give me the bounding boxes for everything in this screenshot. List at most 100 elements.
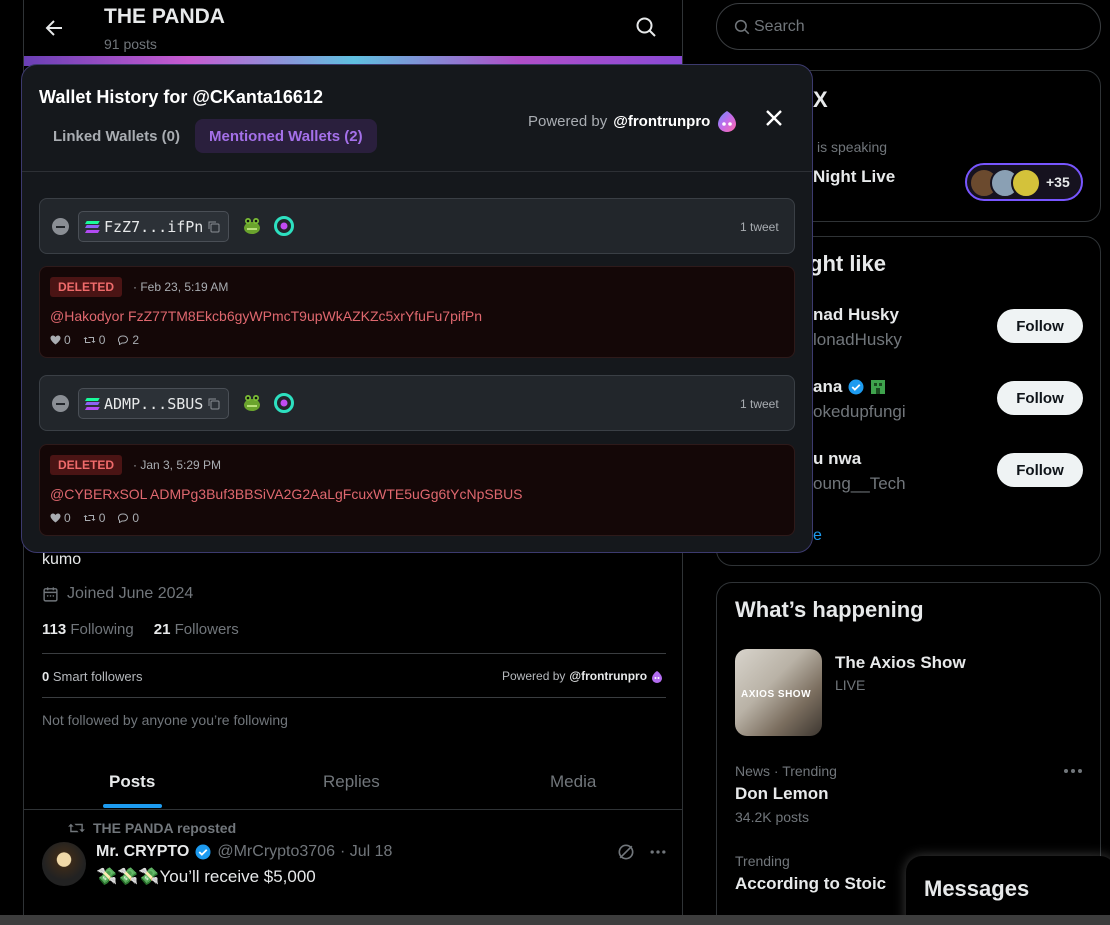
building-emoji-icon bbox=[871, 380, 886, 394]
wallet-address-pill[interactable]: FzZ7...ifPn bbox=[78, 211, 230, 242]
tab-media[interactable]: Media bbox=[550, 772, 596, 792]
tweet-count: 1 tweet bbox=[740, 397, 779, 411]
followers-link[interactable]: 21 Followers bbox=[154, 621, 239, 638]
search-icon bbox=[734, 19, 750, 35]
tweet-stats: 0 0 2 bbox=[50, 333, 139, 347]
trend-context: News · Trending bbox=[735, 763, 837, 779]
smart-label: Smart followers bbox=[52, 669, 143, 684]
following-label: Following bbox=[70, 621, 134, 638]
spaces-listeners-pill[interactable]: +35 bbox=[965, 163, 1083, 201]
following-link[interactable]: 113 Following bbox=[42, 621, 134, 638]
not-followed-note: Not followed by anyone you’re following bbox=[42, 712, 288, 728]
mentioned-tweet[interactable]: DELETED · Jan 3, 5:29 PM @CYBERxSOL ADMP… bbox=[39, 444, 795, 536]
divider bbox=[22, 171, 812, 172]
profile-bio: kumo bbox=[42, 551, 82, 568]
replies-stat: 0 bbox=[117, 511, 139, 525]
active-tab-indicator bbox=[103, 804, 162, 808]
avatar bbox=[1011, 168, 1041, 198]
scanner-icon[interactable] bbox=[273, 392, 295, 414]
repost-icon bbox=[68, 823, 85, 833]
follow-button[interactable]: Follow bbox=[997, 381, 1083, 415]
wallet-address-pill[interactable]: ADMP...SBUS bbox=[78, 388, 230, 419]
replies-count: 0 bbox=[132, 511, 140, 525]
back-arrow-icon[interactable] bbox=[42, 16, 66, 40]
frog-icon[interactable] bbox=[241, 214, 263, 236]
live-thumbnail[interactable]: AXIOS SHOW bbox=[735, 649, 822, 736]
trend-name[interactable]: Don Lemon bbox=[735, 784, 829, 804]
tweet-stats: 0 0 0 bbox=[50, 511, 139, 525]
frontrun-logo-icon bbox=[652, 670, 663, 683]
retweets-count: 0 bbox=[98, 333, 106, 347]
collapse-icon[interactable] bbox=[52, 218, 69, 235]
suggested-user-handle: lonadHusky bbox=[813, 330, 902, 349]
status-badge: DELETED bbox=[50, 277, 123, 297]
trend-name[interactable]: According to Stoic bbox=[735, 874, 886, 894]
follow-button[interactable]: Follow bbox=[997, 453, 1083, 487]
frontrun-logo-icon bbox=[718, 111, 737, 132]
tweet-count: 1 tweet bbox=[740, 220, 779, 234]
listener-count: +35 bbox=[1046, 174, 1070, 190]
heart-icon bbox=[50, 513, 61, 523]
powered-label: Powered by bbox=[502, 669, 566, 683]
grok-icon[interactable] bbox=[616, 842, 636, 862]
likes-count: 0 bbox=[64, 511, 71, 525]
tab-mentioned-wallets[interactable]: Mentioned Wallets (2) bbox=[195, 119, 377, 153]
followers-label: Followers bbox=[174, 621, 239, 638]
search-icon[interactable] bbox=[634, 15, 658, 39]
suggested-user-name[interactable]: ana bbox=[813, 377, 842, 397]
likes-stat: 0 bbox=[50, 511, 71, 525]
tab-linked-wallets[interactable]: Linked Wallets (0) bbox=[39, 119, 194, 153]
powered-by-frontrun: Powered by @frontrunpro bbox=[528, 109, 738, 133]
profile-name: THE PANDA bbox=[104, 5, 225, 28]
scanner-icon[interactable] bbox=[273, 215, 295, 237]
post-author[interactable]: Mr. CRYPTO bbox=[96, 843, 189, 861]
post-handle[interactable]: @MrCrypto3706 bbox=[217, 843, 335, 861]
close-icon[interactable] bbox=[764, 108, 784, 128]
powered-handle[interactable]: @frontrunpro bbox=[569, 669, 647, 683]
frog-icon[interactable] bbox=[241, 391, 263, 413]
spaces-show-title[interactable]: Night Live bbox=[813, 167, 895, 187]
likes-stat: 0 bbox=[50, 333, 71, 347]
tweet-date: · Jan 3, 5:29 PM bbox=[133, 458, 222, 472]
mentioned-tweet[interactable]: DELETED · Feb 23, 5:19 AM @Hakodyor FzZ7… bbox=[39, 266, 795, 358]
more-options-icon[interactable] bbox=[1063, 767, 1083, 775]
who-to-follow-title: ght like bbox=[809, 251, 887, 276]
reply-icon bbox=[118, 335, 129, 345]
whats-happening-title: What’s happening bbox=[735, 597, 924, 622]
more-options-icon[interactable] bbox=[648, 842, 668, 862]
retweet-icon bbox=[83, 337, 96, 343]
smart-count: 0 bbox=[42, 669, 50, 684]
spaces-speaking: is speaking bbox=[817, 139, 888, 155]
copy-icon[interactable] bbox=[208, 398, 220, 410]
show-more-link[interactable]: e bbox=[813, 527, 822, 545]
avatar[interactable] bbox=[42, 842, 86, 886]
joined-date: Joined June 2024 bbox=[42, 585, 193, 603]
followers-count: 21 bbox=[153, 621, 171, 638]
search-input[interactable]: Search bbox=[716, 3, 1101, 50]
suggested-user-name[interactable]: u nwa bbox=[813, 449, 861, 469]
suggested-user-name[interactable]: nad Husky bbox=[813, 305, 899, 325]
follow-button[interactable]: Follow bbox=[997, 309, 1083, 343]
divider bbox=[42, 653, 666, 654]
post-header: Mr. CRYPTO @MrCrypto3706 · Jul 18 bbox=[96, 843, 392, 861]
collapse-icon[interactable] bbox=[52, 395, 69, 412]
calendar-icon bbox=[43, 586, 58, 602]
smart-followers[interactable]: 0 Smart followers bbox=[42, 669, 142, 684]
solana-icon bbox=[85, 220, 100, 233]
wallet-row: FzZ7...ifPn 1 tweet bbox=[39, 198, 795, 254]
wallet-history-modal: Wallet History for @CKanta16612 Linked W… bbox=[21, 64, 813, 553]
replies-stat: 2 bbox=[117, 333, 139, 347]
live-title[interactable]: The Axios Show bbox=[835, 653, 966, 673]
verified-badge-icon bbox=[195, 844, 211, 860]
tab-replies[interactable]: Replies bbox=[323, 772, 380, 792]
powered-handle[interactable]: @frontrunpro bbox=[613, 113, 710, 130]
copy-icon[interactable] bbox=[208, 221, 220, 233]
tweet-text: @CYBERxSOL ADMPg3Buf3BBSiVA2G2AaLgFcuxWT… bbox=[50, 486, 523, 502]
post-text: 💸💸💸You’ll receive $5,000 bbox=[96, 867, 316, 886]
retweet-icon bbox=[83, 515, 96, 521]
reply-icon bbox=[118, 513, 129, 523]
retweets-stat: 0 bbox=[83, 333, 106, 347]
post-date[interactable]: · Jul 18 bbox=[340, 843, 392, 861]
tweet-text: @Hakodyor FzZ77TM8Ekcb6gyWPmcT9upWkAZKZc… bbox=[50, 308, 483, 324]
tab-posts[interactable]: Posts bbox=[109, 772, 155, 792]
